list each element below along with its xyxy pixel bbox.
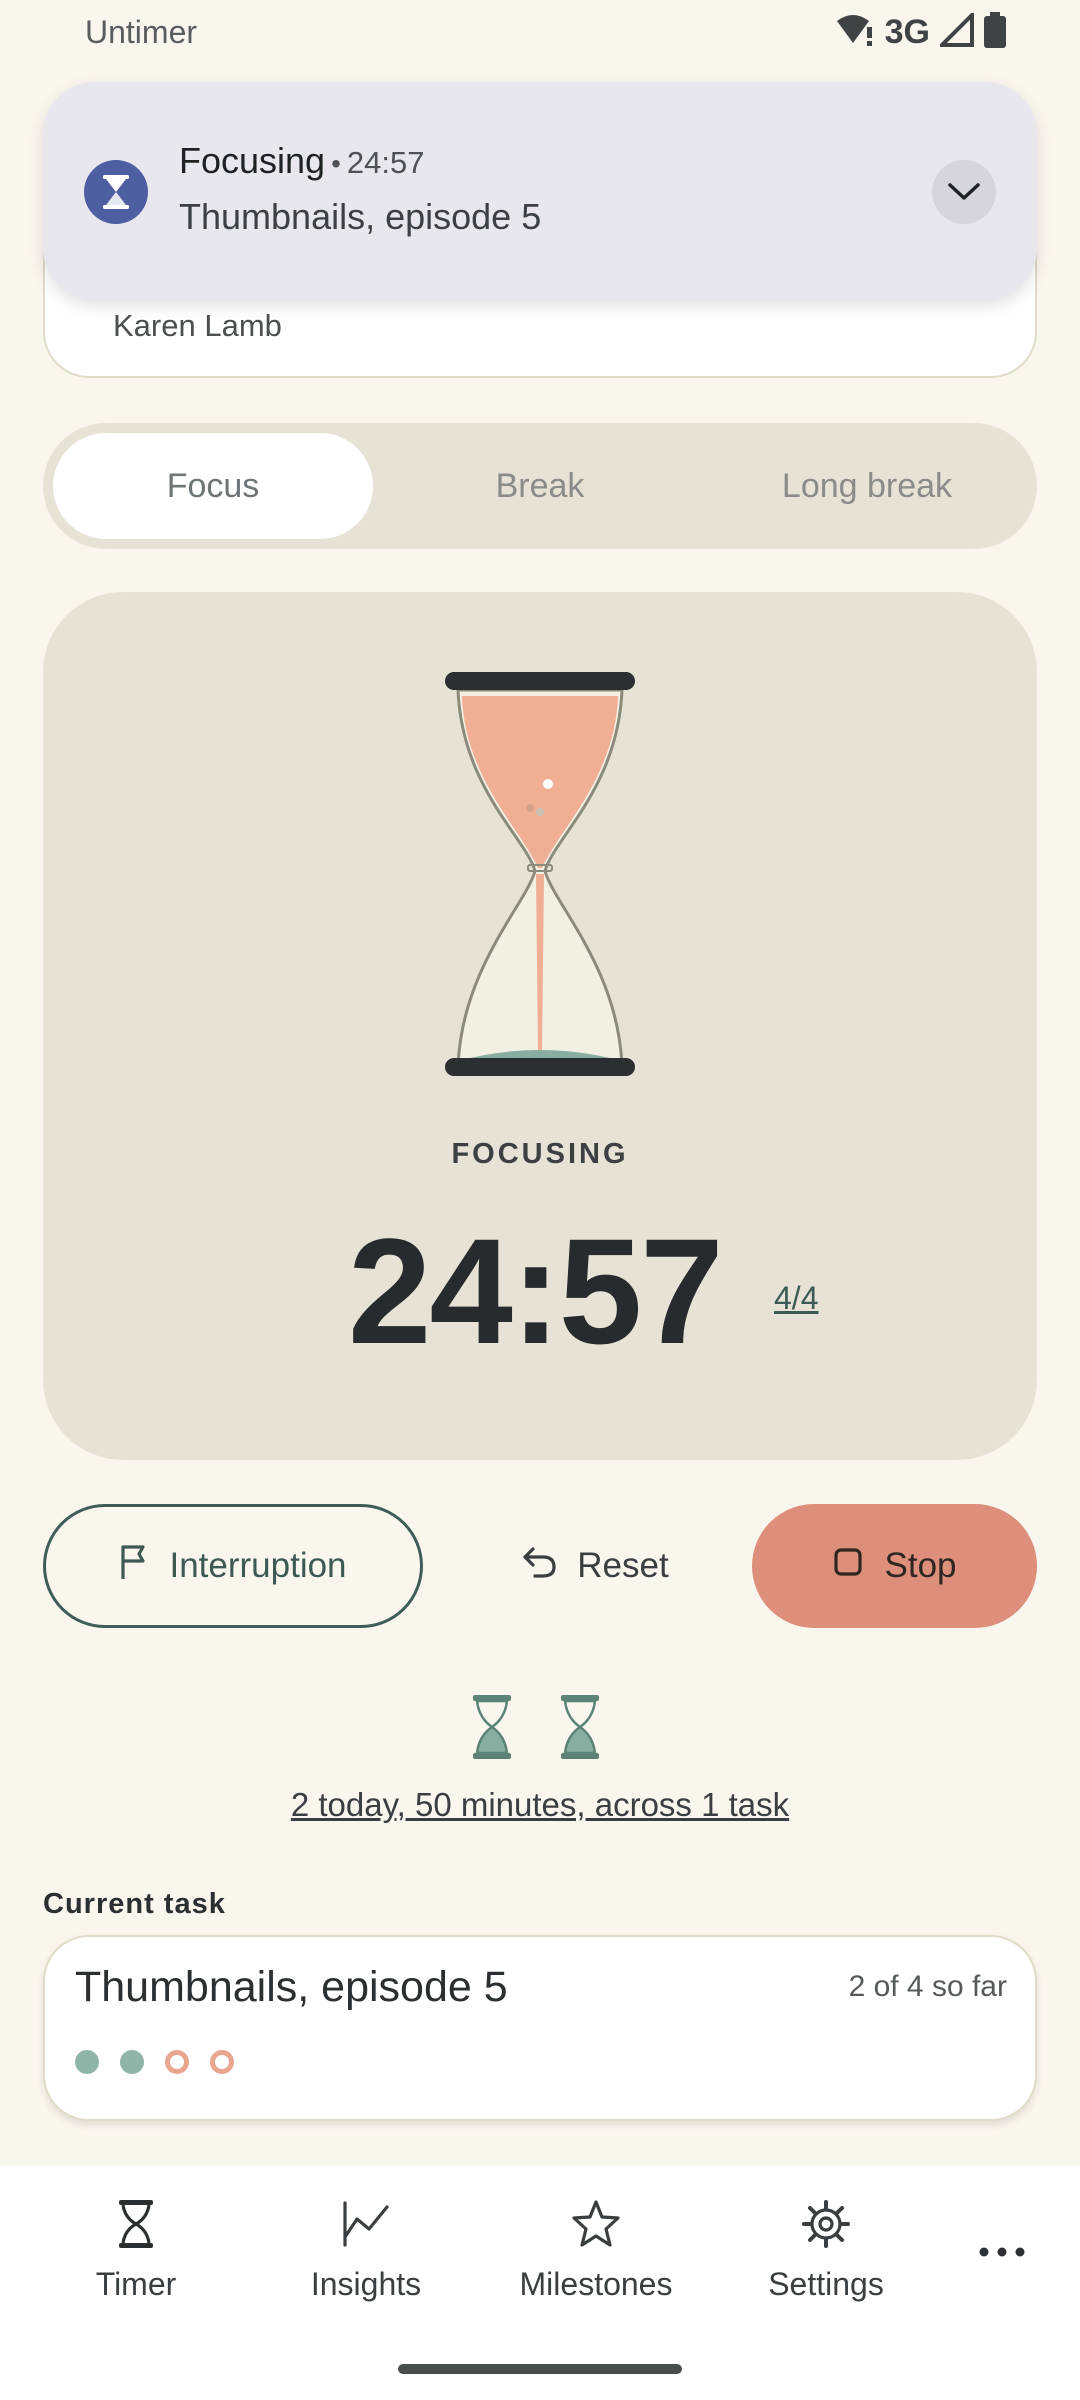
nav-item-timer[interactable]: Timer [36,2196,236,2303]
reset-button[interactable]: Reset [500,1504,690,1628]
gear-icon [798,2196,854,2252]
completed-sessions-icons [472,1694,600,1765]
status-bar-app-name: Untimer [85,14,198,50]
notification-body: Thumbnails, episode 5 [179,196,542,237]
nav-item-milestones[interactable]: Milestones [496,2196,696,2303]
reset-label: Reset [577,1546,669,1585]
trend-line-icon [338,2196,394,2252]
flag-icon [119,1543,147,1590]
interruption-button[interactable]: Interruption [43,1504,423,1628]
nav-label-insights: Insights [310,2266,422,2302]
tab-focus[interactable]: Focus [53,433,373,539]
task-session-dots [75,2050,234,2074]
more-horizontal-icon[interactable] [972,2232,1032,2272]
star-icon [568,2196,624,2252]
notification-time: 24:57 [346,145,425,180]
hourglass-icon [560,1694,600,1765]
nav-item-insights[interactable]: Insights [266,2196,466,2303]
stop-button[interactable]: Stop [752,1504,1037,1628]
stop-label: Stop [884,1546,957,1585]
interruption-label: Interruption [169,1546,347,1585]
undo-icon [521,1545,557,1588]
stop-square-icon [833,1546,863,1586]
hourglass-illustration [440,668,640,1080]
home-indicator[interactable] [398,2364,682,2374]
focus-notification[interactable] [43,82,1037,300]
task-title: Thumbnails, episode 5 [75,1963,508,2011]
task-progress: 2 of 4 so far [848,1970,1007,2003]
nav-item-settings[interactable]: Settings [726,2196,926,2303]
chevron-down-icon[interactable] [932,160,996,224]
nav-label-settings: Settings [768,2266,884,2302]
profile-name: Karen Lamb [113,308,282,343]
battery-icon [984,11,1006,53]
notification-title: Focusing • 24:57 [179,140,425,181]
session-dot-pending [210,2050,234,2074]
session-dot-done [120,2050,144,2074]
tab-break[interactable]: Break [380,433,700,539]
hourglass-icon [108,2196,164,2252]
status-bar-icons: 3G [835,9,1006,54]
network-type: 3G [884,12,930,51]
session-dot-pending [165,2050,189,2074]
timer-countdown: 24:57 [348,1207,724,1375]
wifi-alert-icon [835,13,875,52]
today-summary-link[interactable]: 2 today, 50 minutes, across 1 task [0,1786,1080,1824]
signal-icon [937,9,974,52]
nav-label-timer: Timer [95,2266,177,2302]
hourglass-icon [472,1694,512,1765]
round-counter-link[interactable]: 4/4 [774,1280,818,1317]
timer-state-label: FOCUSING [451,1138,629,1170]
session-dot-done [75,2050,99,2074]
nav-label-milestones: Milestones [519,2266,673,2302]
current-task-heading: Current task [43,1888,226,1920]
hourglass-icon [84,160,148,224]
tab-long-break[interactable]: Long break [707,433,1027,539]
